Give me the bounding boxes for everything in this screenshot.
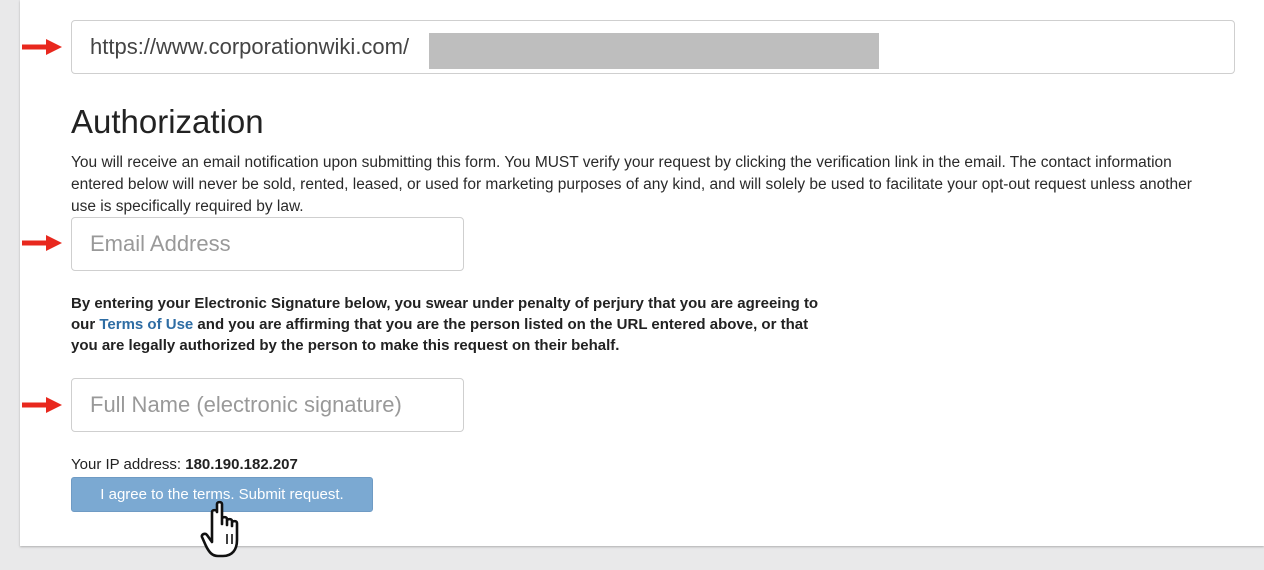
terms-of-use-link[interactable]: Terms of Use xyxy=(99,316,193,333)
red-arrow-icon xyxy=(22,235,62,251)
ip-address-line: Your IP address: 180.190.182.207 xyxy=(71,456,298,473)
legal-text: By entering your Electronic Signature be… xyxy=(71,293,831,356)
ip-address-value: 180.190.182.207 xyxy=(185,456,298,473)
authorization-notice: You will receive an email notification u… xyxy=(71,154,1192,215)
redaction-block xyxy=(429,33,879,69)
email-field[interactable] xyxy=(71,217,464,271)
red-arrow-icon xyxy=(22,39,62,55)
signature-field[interactable] xyxy=(71,378,464,432)
url-input[interactable]: https://www.corporationwiki.com/ xyxy=(71,20,1235,74)
hand-pointer-cursor-icon xyxy=(195,496,255,560)
ip-address-label: Your IP address: xyxy=(71,456,182,473)
url-input-value: https://www.corporationwiki.com/ xyxy=(90,34,410,59)
section-heading: Authorization xyxy=(71,103,264,140)
red-arrow-icon xyxy=(22,397,62,413)
